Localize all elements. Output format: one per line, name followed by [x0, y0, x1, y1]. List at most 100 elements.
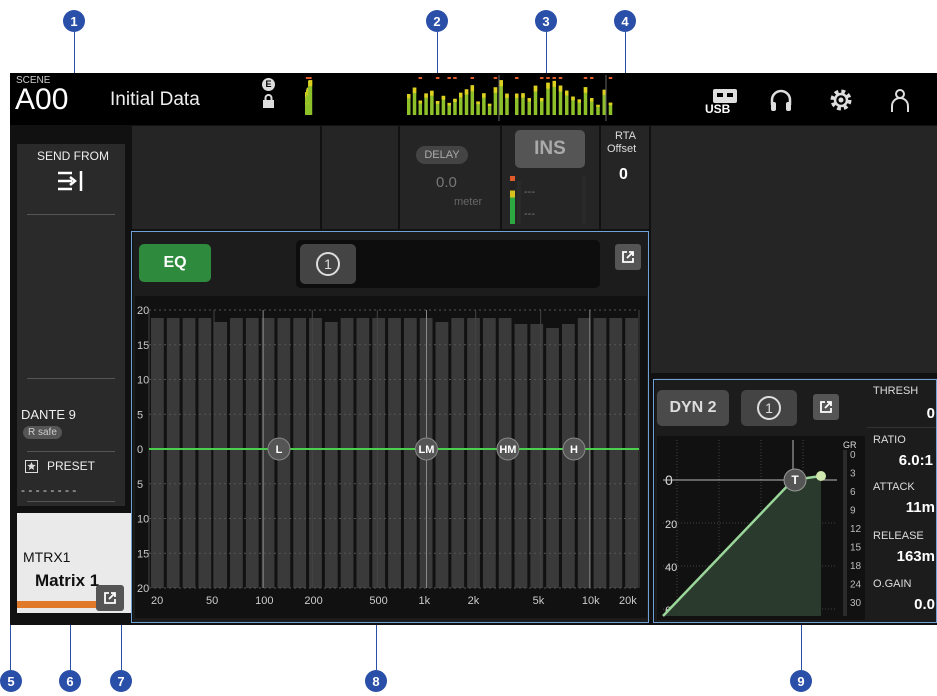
divider	[27, 214, 115, 215]
meter-peak	[515, 93, 519, 98]
meter-peak	[493, 87, 498, 93]
rsafe-badge: R safe	[23, 426, 62, 439]
header-meters	[293, 75, 638, 121]
send-from-label: SEND FROM	[37, 149, 109, 163]
top-right-area	[651, 126, 937, 373]
cell-blank-1[interactable]	[132, 126, 320, 229]
popup-icon	[104, 592, 116, 604]
insert-meter-value-b: ---	[524, 208, 535, 220]
meter-peak	[521, 93, 525, 98]
top-bar: SCENE A00 Initial Data E USB	[10, 73, 937, 125]
meter-peak	[407, 94, 411, 99]
preset-label: PRESET	[47, 459, 96, 473]
meter-peak	[552, 80, 556, 87]
meter-peak	[583, 87, 588, 93]
callout-7: 7	[110, 670, 132, 692]
lock-icon[interactable]	[262, 94, 275, 108]
callout-9: 9	[790, 670, 812, 692]
meter-peak	[464, 89, 469, 95]
insert-meter	[517, 181, 521, 224]
meter-peak	[602, 89, 606, 95]
scene-number[interactable]: A00	[15, 83, 68, 117]
star-icon	[25, 460, 38, 473]
channel-name: Matrix 1	[35, 571, 100, 590]
meter-over	[435, 77, 440, 79]
headphones-icon[interactable]	[766, 85, 796, 115]
meter-peak	[430, 90, 434, 96]
meter-over	[493, 77, 498, 79]
send-from-button[interactable]	[50, 163, 90, 199]
meter-over	[552, 77, 556, 79]
meter-over	[558, 77, 563, 79]
meter-over	[546, 77, 550, 79]
meter-peak	[540, 97, 544, 102]
user-icon[interactable]	[885, 85, 915, 115]
insert-meter-value-a: ---	[524, 186, 535, 198]
meter-peak	[527, 98, 531, 102]
scene-name[interactable]: Initial Data	[110, 89, 200, 111]
meter-peak	[482, 93, 486, 98]
delay-unit: meter	[454, 196, 483, 208]
meter-peak	[447, 102, 451, 106]
gear-icon[interactable]	[826, 85, 856, 115]
insert-button[interactable]: INS	[515, 130, 585, 168]
callout-line-9	[801, 622, 802, 670]
meter-peak	[476, 101, 480, 105]
callout-4: 4	[614, 10, 636, 32]
meter-peak	[505, 93, 509, 98]
callout-1: 1	[63, 10, 85, 32]
usb-text: USB	[705, 102, 731, 115]
meter-over	[470, 77, 475, 79]
delay-cell[interactable]: DELAY 0.0 meter	[400, 126, 500, 229]
callout-2: 2	[426, 10, 448, 32]
rta-offset-value: 0	[619, 166, 628, 183]
meter-peak	[441, 95, 446, 100]
meter-peak	[453, 98, 457, 103]
meter-over	[447, 77, 451, 79]
meter-peak	[435, 101, 440, 104]
highlight-eq	[131, 231, 649, 623]
rta-offset-cell[interactable]: RTA Offset 0	[601, 126, 649, 229]
meter-peak	[459, 92, 463, 98]
insert-meter	[510, 176, 515, 224]
meter-over	[608, 77, 613, 79]
level-meters	[305, 75, 613, 121]
meter-peak	[571, 96, 575, 101]
meter-peak	[608, 102, 613, 106]
source-name: DANTE 9	[21, 407, 76, 422]
meter-peak	[546, 82, 550, 89]
usb-icon[interactable]: USB	[703, 85, 743, 115]
e-badge: E	[262, 78, 275, 91]
meter-over	[418, 77, 423, 79]
meter-peak	[418, 100, 423, 104]
meter-peak	[487, 103, 492, 107]
channel-popup-button[interactable]	[96, 585, 124, 611]
meter-over	[540, 77, 544, 79]
meter-peak	[470, 85, 475, 92]
divider	[27, 378, 115, 379]
highlight-dyn	[653, 379, 937, 623]
meter-peak	[596, 104, 600, 107]
meter-over	[515, 77, 519, 79]
meter-peak	[308, 80, 313, 87]
insert-cell[interactable]: INS --- ---	[502, 126, 599, 229]
callout-line-8	[376, 622, 377, 670]
meter-over	[308, 77, 312, 79]
meter-peak	[412, 87, 417, 94]
meter-over	[453, 77, 457, 79]
meter-peak	[424, 93, 428, 98]
preset-value: - - - - - - - -	[21, 483, 77, 497]
divider	[27, 451, 115, 452]
delay-button[interactable]: DELAY	[416, 146, 468, 164]
meter-over	[590, 77, 594, 79]
meter-peak	[565, 90, 569, 96]
divider	[27, 501, 115, 502]
send-from-icon	[58, 171, 83, 191]
meter-peak	[577, 99, 581, 103]
meter-over	[583, 77, 588, 79]
meter-peak	[590, 98, 594, 102]
channel-id: MTRX1	[23, 549, 71, 565]
cell-blank-2[interactable]	[322, 126, 398, 229]
rta-offset-label: Offset	[607, 143, 637, 155]
preset-button[interactable]: PRESET	[25, 459, 115, 479]
